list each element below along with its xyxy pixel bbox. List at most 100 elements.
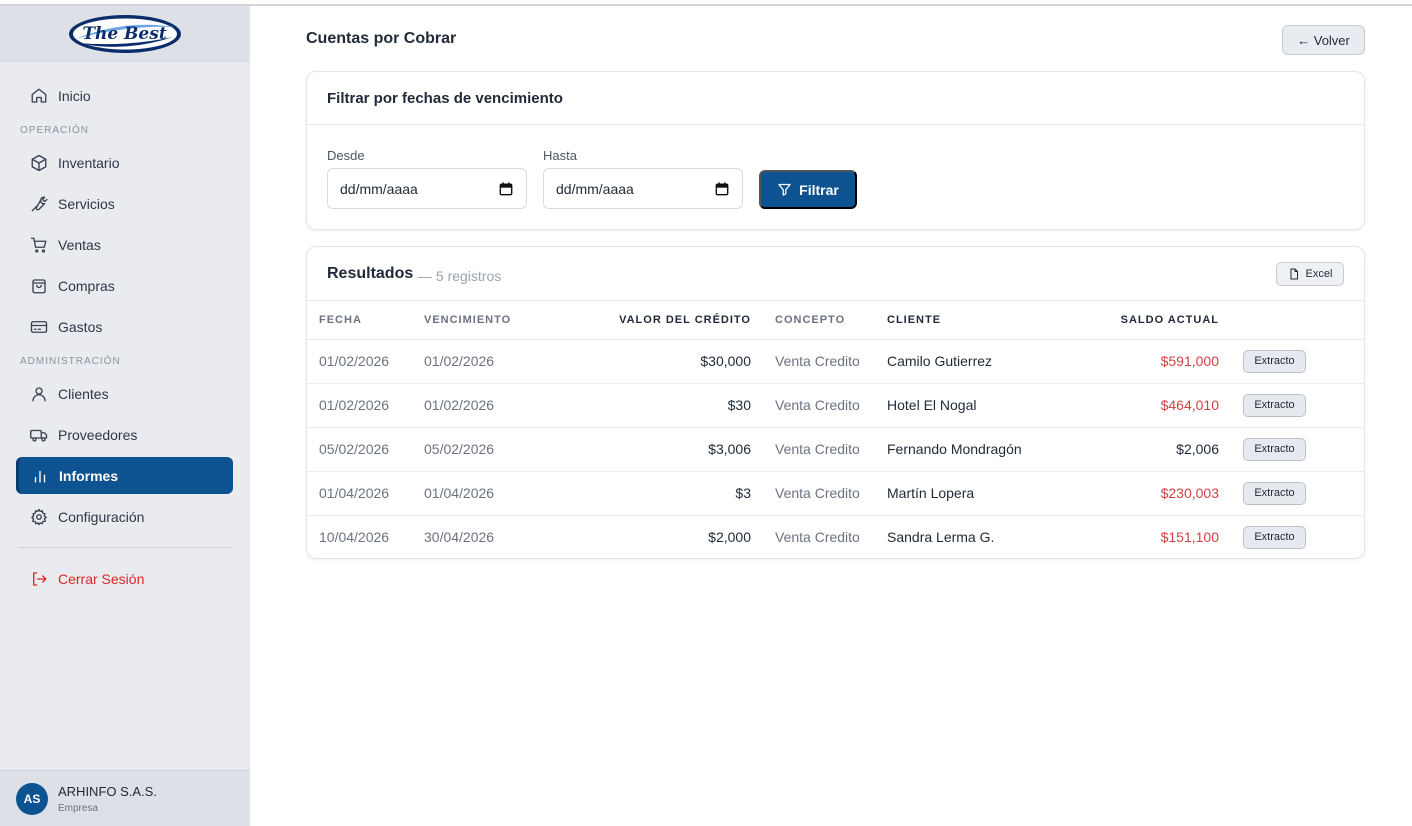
cell-valor: $3 bbox=[561, 471, 751, 516]
table-row: 10/04/2026 30/04/2026 $2,000 Venta Credi… bbox=[307, 515, 1364, 559]
results-card: Resultados — 5 registros Excel FECHA VEN… bbox=[306, 246, 1365, 559]
logo-area: The Best bbox=[0, 6, 249, 62]
filter-button-label: Filtrar bbox=[799, 181, 839, 198]
cell-action: Extracto bbox=[1219, 471, 1364, 516]
cell-saldo: $2,006 bbox=[1097, 427, 1219, 472]
sidebar-item-label: Informes bbox=[59, 467, 119, 484]
user-profile[interactable]: AS ARHINFO S.A.S. Empresa bbox=[0, 770, 249, 826]
sidebar-item-label: Clientes bbox=[58, 385, 109, 402]
sidebar-nav: Inicio OPERACIÓN Inventario Servicios Ve… bbox=[0, 62, 249, 597]
truck-icon bbox=[30, 429, 48, 442]
sidebar-item-configuracion[interactable]: Configuración bbox=[16, 498, 233, 535]
sidebar-item-servicios[interactable]: Servicios bbox=[16, 185, 233, 222]
sidebar-item-label: Ventas bbox=[58, 236, 101, 253]
cell-concepto: Venta Credito bbox=[751, 383, 887, 428]
cell-valor: $30,000 bbox=[561, 339, 751, 384]
cell-fecha: 10/04/2026 bbox=[319, 529, 390, 546]
home-icon bbox=[31, 88, 47, 103]
user-role: Empresa bbox=[58, 802, 99, 814]
excel-label: Excel bbox=[1305, 268, 1333, 280]
back-button[interactable]: ← Volver bbox=[1282, 25, 1365, 55]
sidebar-item-compras[interactable]: Compras bbox=[16, 267, 233, 304]
section-operacion: OPERACIÓN bbox=[20, 125, 90, 136]
avatar: AS bbox=[16, 782, 48, 815]
column-valor-credito[interactable]: VALOR DEL CRÉDITO bbox=[561, 301, 751, 340]
user-icon bbox=[32, 386, 46, 401]
sidebar-item-label: Configuración bbox=[58, 508, 145, 525]
to-label: Hasta bbox=[543, 148, 577, 163]
column-vencimiento[interactable]: VENCIMIENTO bbox=[424, 301, 561, 340]
results-table: FECHA VENCIMIENTO VALOR DEL CRÉDITO CONC… bbox=[307, 301, 1364, 559]
logout-icon bbox=[33, 571, 47, 586]
cell-fecha: 05/02/2026 bbox=[307, 427, 424, 472]
results-count: — 5 registros bbox=[418, 268, 502, 284]
sidebar-item-label: Gastos bbox=[58, 318, 103, 335]
brand-logo[interactable]: The Best bbox=[67, 13, 183, 55]
wrench-icon bbox=[31, 196, 48, 211]
filter-icon bbox=[778, 183, 791, 196]
user-name: ARHINFO S.A.S. bbox=[58, 783, 157, 799]
logout-button[interactable]: Cerrar Sesión bbox=[16, 560, 233, 597]
cart-icon bbox=[30, 237, 47, 253]
sidebar-item-proveedores[interactable]: Proveedores bbox=[16, 416, 233, 453]
from-date-placeholder: dd/mm/aaaa bbox=[340, 180, 418, 197]
cell-concepto: Venta Credito bbox=[751, 339, 887, 384]
user-info: ARHINFO S.A.S. Empresa bbox=[58, 784, 157, 814]
cell-cliente: Hotel El Nogal bbox=[887, 383, 1097, 428]
extracto-button[interactable]: Extracto bbox=[1243, 437, 1306, 461]
extracto-button[interactable]: Extracto bbox=[1243, 393, 1306, 417]
cell-valor: $2,000 bbox=[708, 529, 751, 546]
cell-fecha: 01/02/2026 bbox=[307, 383, 424, 428]
file-icon bbox=[1290, 268, 1298, 280]
cell-concepto: Venta Credito bbox=[775, 529, 860, 546]
results-header: Resultados — 5 registros Excel bbox=[307, 247, 1364, 301]
cell-saldo: $151,100 bbox=[1160, 529, 1219, 546]
logo-text: The Best bbox=[82, 23, 167, 44]
cell-action: Extracto bbox=[1219, 515, 1364, 559]
cell-valor: $30 bbox=[561, 383, 751, 428]
filter-title: Filtrar por fechas de vencimiento bbox=[307, 72, 1364, 125]
extracto-button[interactable]: Extracto bbox=[1243, 481, 1306, 505]
sidebar-item-clientes[interactable]: Clientes bbox=[16, 375, 233, 412]
sidebar-item-informes[interactable]: Informes bbox=[16, 457, 233, 494]
sidebar-item-inventario[interactable]: Inventario bbox=[16, 144, 233, 181]
sidebar-item-gastos[interactable]: Gastos bbox=[16, 308, 233, 345]
table-row: 01/04/2026 01/04/2026 $3 Venta Credito M… bbox=[307, 471, 1364, 516]
sidebar-item-label: Proveedores bbox=[58, 426, 138, 443]
cell-vencimiento: 01/04/2026 bbox=[424, 471, 561, 516]
cell-cliente: Fernando Mondragón bbox=[887, 427, 1097, 472]
cell-vencimiento: 05/02/2026 bbox=[424, 427, 561, 472]
cell-fecha: 01/04/2026 bbox=[307, 471, 424, 516]
column-fecha[interactable]: FECHA bbox=[307, 301, 424, 340]
cell-vencimiento: 01/02/2026 bbox=[424, 383, 561, 428]
box-icon bbox=[31, 154, 47, 171]
cell-saldo: $591,000 bbox=[1097, 339, 1219, 384]
extracto-button[interactable]: Extracto bbox=[1243, 349, 1306, 373]
from-label: Desde bbox=[327, 148, 365, 163]
cell-action: Extracto bbox=[1219, 383, 1364, 428]
extracto-button[interactable]: Extracto bbox=[1243, 525, 1306, 549]
sidebar-item-label: Servicios bbox=[58, 195, 115, 212]
gear-icon bbox=[31, 508, 47, 525]
from-date-input[interactable]: dd/mm/aaaa bbox=[327, 168, 527, 209]
cell-cliente: Camilo Gutierrez bbox=[887, 339, 1097, 384]
logout-label: Cerrar Sesión bbox=[58, 570, 145, 587]
cell-concepto: Venta Credito bbox=[751, 471, 887, 516]
cell-concepto: Venta Credito bbox=[751, 427, 887, 472]
calendar-icon[interactable] bbox=[715, 182, 729, 196]
cell-vencimiento: 01/02/2026 bbox=[424, 339, 561, 384]
cell-saldo: $464,010 bbox=[1097, 383, 1219, 428]
cell-vencimiento: 30/04/2026 bbox=[424, 529, 495, 546]
cell-cliente: Martín Lopera bbox=[887, 471, 1097, 516]
calendar-icon[interactable] bbox=[499, 182, 513, 196]
column-cliente[interactable]: CLIENTE bbox=[887, 301, 1097, 340]
table-header-row: FECHA VENCIMIENTO VALOR DEL CRÉDITO CONC… bbox=[307, 301, 1364, 340]
column-concepto[interactable]: CONCEPTO bbox=[751, 301, 887, 340]
sidebar-item-ventas[interactable]: Ventas bbox=[16, 226, 233, 263]
column-saldo-actual[interactable]: SALDO ACTUAL bbox=[1097, 301, 1219, 340]
sidebar-item-inicio[interactable]: Inicio bbox=[16, 77, 233, 114]
to-date-input[interactable]: dd/mm/aaaa bbox=[543, 168, 743, 209]
filter-button[interactable]: Filtrar bbox=[759, 170, 857, 209]
excel-export-button[interactable]: Excel bbox=[1276, 262, 1344, 286]
bar-chart-icon bbox=[34, 470, 46, 483]
